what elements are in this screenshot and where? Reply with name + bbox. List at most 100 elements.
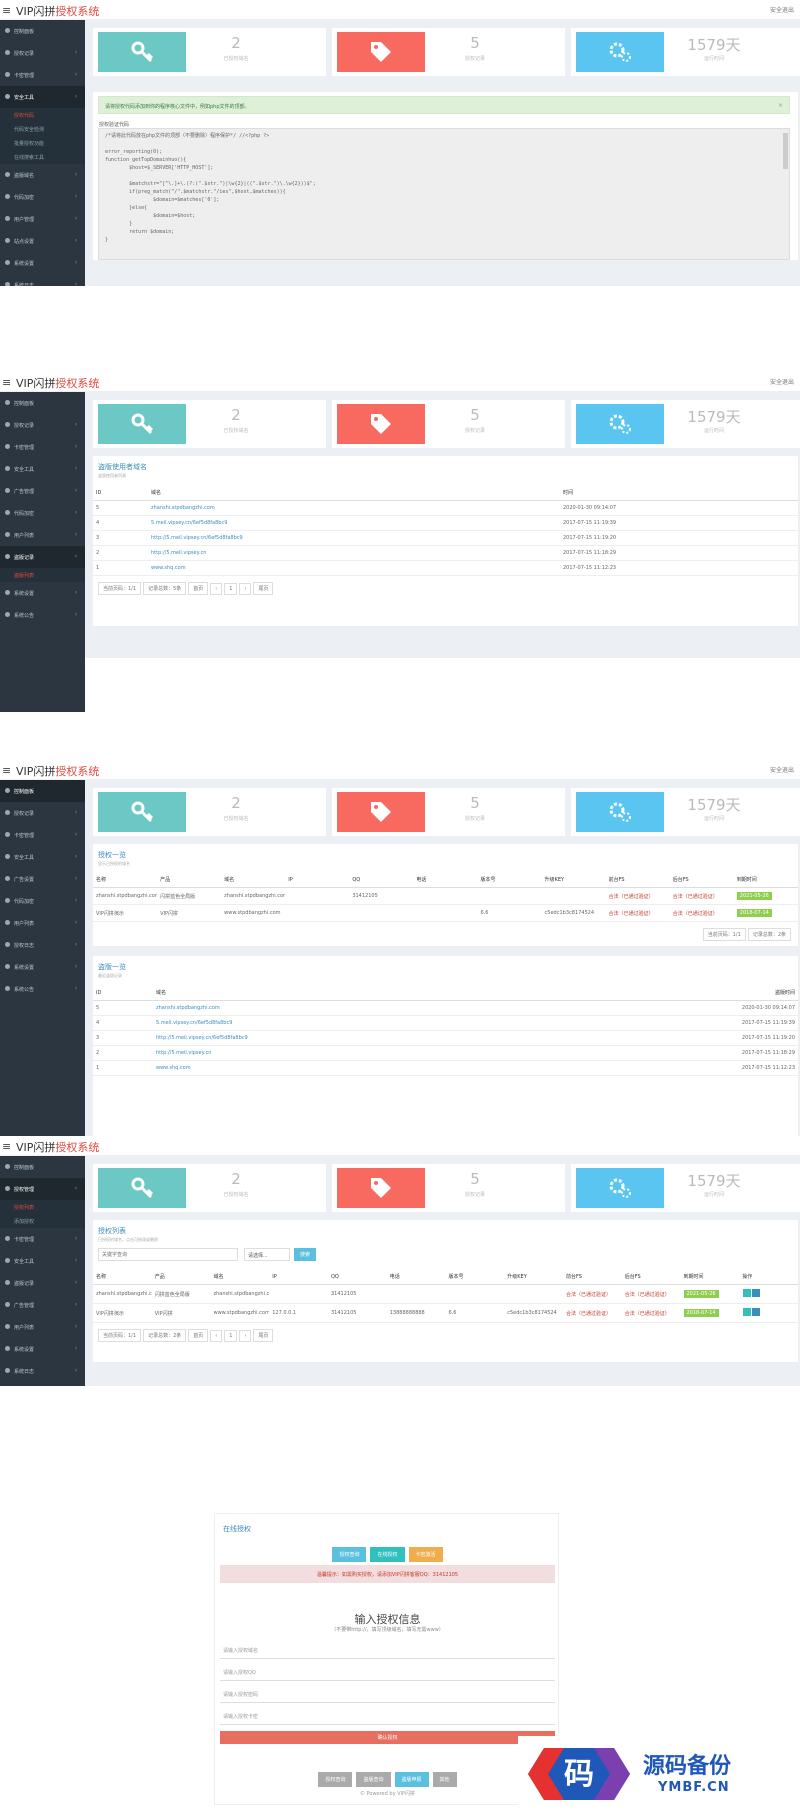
table-row[interactable]: zhanshi.stpdbangzhi.com闪拼蓝色全局版zhanshi.st…: [93, 887, 798, 905]
sidebar-item[interactable]: 盗版域名 ‹: [0, 164, 85, 186]
sidebar-item[interactable]: 用户列表 ‹: [0, 912, 85, 934]
pager-item[interactable]: 记录总数：2条: [747, 928, 791, 941]
sidebar-item[interactable]: 卡密管理 ‹: [0, 1228, 85, 1250]
sidebar-item[interactable]: 盗版记录 ‹: [0, 546, 85, 568]
close-icon[interactable]: ×: [778, 102, 783, 109]
action-button[interactable]: 盗版查询: [356, 1772, 391, 1787]
table-row[interactable]: 4 5.meil.vipsey.cn/6ef5d8fa8bc9 2017-07-15…: [93, 515, 798, 531]
table-row[interactable]: 2 http://5.meil.vipsey.cn 2017-07-15 11:18…: [93, 1045, 798, 1061]
hamburger-icon[interactable]: ≡: [2, 4, 11, 17]
sidebar-item[interactable]: 系统设置 ‹: [0, 582, 85, 604]
sidebar-item[interactable]: 用户管理 ‹: [0, 208, 85, 230]
brand-title[interactable]: VIP闪拼授权系统: [16, 3, 99, 19]
sidebar-item[interactable]: 卡密管理 ‹: [0, 824, 85, 846]
delete-icon[interactable]: [752, 1308, 761, 1316]
pager-item[interactable]: 首页: [188, 582, 209, 595]
sidebar-item[interactable]: 代码加密 ‹: [0, 186, 85, 208]
pager-item[interactable]: ‹: [210, 583, 223, 595]
table-row[interactable]: VIP闪拼演示 VIP闪拼 www.stpdbangzhi.com 6.6 c5edc1…: [93, 904, 798, 922]
sidebar-item[interactable]: 系统日志 ‹: [0, 274, 85, 286]
sidebar-item[interactable]: 代码加密 ‹: [0, 502, 85, 524]
pager-item[interactable]: 尾页: [253, 582, 274, 595]
submit-button[interactable]: 确认授权: [220, 1731, 555, 1744]
sidebar-item[interactable]: 授权记录 ‹: [0, 42, 85, 64]
qq-field[interactable]: 请输入授权QQ: [220, 1665, 555, 1681]
pager-item[interactable]: 当前页码：1/1: [98, 582, 142, 595]
sidebar-item[interactable]: 用户列表 ‹: [0, 1316, 85, 1338]
pager-item[interactable]: 首页: [188, 1329, 209, 1342]
search-input[interactable]: [98, 1248, 238, 1261]
action-button[interactable]: 盗版申报: [394, 1772, 429, 1787]
table-row[interactable]: VIP闪拼演示 VIP闪拼 www.stpdbangzhi.com 127.0.0.1…: [93, 1303, 798, 1323]
pager-item[interactable]: 尾页: [253, 1329, 274, 1342]
pager-item[interactable]: 记录总数：2条: [143, 1329, 187, 1342]
pager-item[interactable]: 1: [224, 583, 238, 595]
card-key-field[interactable]: 请输入授权卡密: [220, 1709, 555, 1725]
sidebar-item[interactable]: 卡密管理 ‹: [0, 64, 85, 86]
sidebar-subitem[interactable]: 在线搜索工具: [0, 150, 85, 164]
logout-link[interactable]: 安全退出: [770, 5, 794, 14]
action-button[interactable]: 授权查询: [332, 1547, 367, 1562]
sidebar-item[interactable]: 安全工具 ‹: [0, 86, 85, 108]
sidebar-subitem[interactable]: 盗版列表: [0, 568, 85, 582]
sidebar-item[interactable]: 控制面板: [0, 780, 85, 802]
sidebar-item[interactable]: 卡密管理 ‹: [0, 436, 85, 458]
password-field[interactable]: 请输入授权密码: [220, 1687, 555, 1703]
table-row[interactable]: 2 http://5.meil.vipsey.cn 2017-07-15 11:18…: [93, 545, 798, 561]
sidebar-item[interactable]: 广告设置 ‹: [0, 868, 85, 890]
sidebar-item[interactable]: 系统公告 ‹: [0, 604, 85, 626]
brand-title[interactable]: VIP闪拼授权系统: [16, 763, 99, 779]
pager-item[interactable]: ›: [239, 1330, 252, 1342]
sidebar-item[interactable]: 广告管理 ‹: [0, 1294, 85, 1316]
pager-item[interactable]: ‹: [210, 1330, 223, 1342]
sidebar-item[interactable]: 安全工具 ‹: [0, 1250, 85, 1272]
pager-item[interactable]: 1: [224, 1330, 238, 1342]
hamburger-icon[interactable]: ≡: [2, 376, 11, 389]
action-button[interactable]: 其他: [432, 1772, 457, 1787]
table-row[interactable]: 1 www.shq.com 2017-07-15 11:12:23: [93, 1060, 798, 1076]
sidebar-item[interactable]: 授权管理 ‹: [0, 1178, 85, 1200]
sidebar-item[interactable]: 系统设置 ‹: [0, 956, 85, 978]
sidebar-item[interactable]: 安全工具 ‹: [0, 846, 85, 868]
sidebar-item[interactable]: 修改密码‹: [0, 1382, 85, 1386]
brand-title[interactable]: VIP闪拼授权系统: [16, 1139, 99, 1155]
action-button[interactable]: 卡密激活: [408, 1547, 443, 1562]
action-button[interactable]: 授权查询: [318, 1772, 353, 1787]
sidebar-item[interactable]: 广告管理 ‹: [0, 480, 85, 502]
sidebar-item[interactable]: 控制面板: [0, 20, 85, 42]
sidebar-subitem[interactable]: 批量授权功能: [0, 136, 85, 150]
action-button[interactable]: 在线授权: [370, 1547, 405, 1562]
sidebar-item[interactable]: 授权日志 ‹: [0, 934, 85, 956]
hamburger-icon[interactable]: ≡: [2, 764, 11, 777]
brand-title[interactable]: VIP闪拼授权系统: [16, 375, 99, 391]
search-select[interactable]: 请选择...: [244, 1248, 290, 1261]
table-row[interactable]: 5 zhanshi.stpdbangzhi.com 2020-01-30 09:14…: [93, 1000, 798, 1016]
table-row[interactable]: 1 www.shq.com 2017-07-15 11:12:23: [93, 560, 798, 576]
logout-link[interactable]: 安全退出: [770, 377, 794, 386]
edit-icon[interactable]: [743, 1289, 752, 1297]
edit-icon[interactable]: [743, 1308, 752, 1316]
sidebar-item[interactable]: 站点设置 ‹: [0, 230, 85, 252]
delete-icon[interactable]: [752, 1289, 761, 1297]
pager-item[interactable]: 记录总数：5条: [143, 582, 187, 595]
logout-link[interactable]: 安全退出: [770, 765, 794, 774]
pager-item[interactable]: ›: [239, 583, 252, 595]
sidebar-item[interactable]: 系统日志 ‹: [0, 1360, 85, 1382]
code-textarea[interactable]: /*请将此代码放在php文件的顶部（不要删除）程序保护*/ //<?php ?>…: [98, 128, 790, 260]
table-row[interactable]: 3 http://5.meil.vipsey.cn/6ef5d8fa8bc9 201…: [93, 1030, 798, 1046]
sidebar-item[interactable]: 控制面板: [0, 1156, 85, 1178]
table-row[interactable]: 3 http://5.meil.vipsey.cn/6ef5d8fa8bc9 201…: [93, 530, 798, 546]
sidebar-item[interactable]: 系统公告 ‹: [0, 978, 85, 1000]
sidebar-item[interactable]: 盗版记录 ‹: [0, 1272, 85, 1294]
sidebar-subitem[interactable]: 授权代码: [0, 108, 85, 122]
table-row[interactable]: 5 zhanshi.stpdbangzhi.com 2020-01-30 09:14…: [93, 500, 798, 516]
sidebar-item[interactable]: 安全工具 ‹: [0, 458, 85, 480]
domain-field[interactable]: 请输入授权域名: [220, 1643, 555, 1659]
pager-item[interactable]: 当前页码：1/1: [98, 1329, 142, 1342]
pager-item[interactable]: 当前页码：1/1: [702, 928, 746, 941]
scrollbar[interactable]: [783, 133, 788, 169]
table-row[interactable]: 4 5.meil.vipsey.cn/6ef5d8fa8bc9 2017-07-15…: [93, 1015, 798, 1031]
search-button[interactable]: 搜索: [294, 1248, 316, 1261]
sidebar-item[interactable]: 用户列表 ‹: [0, 524, 85, 546]
sidebar-item[interactable]: 系统设置 ‹: [0, 252, 85, 274]
